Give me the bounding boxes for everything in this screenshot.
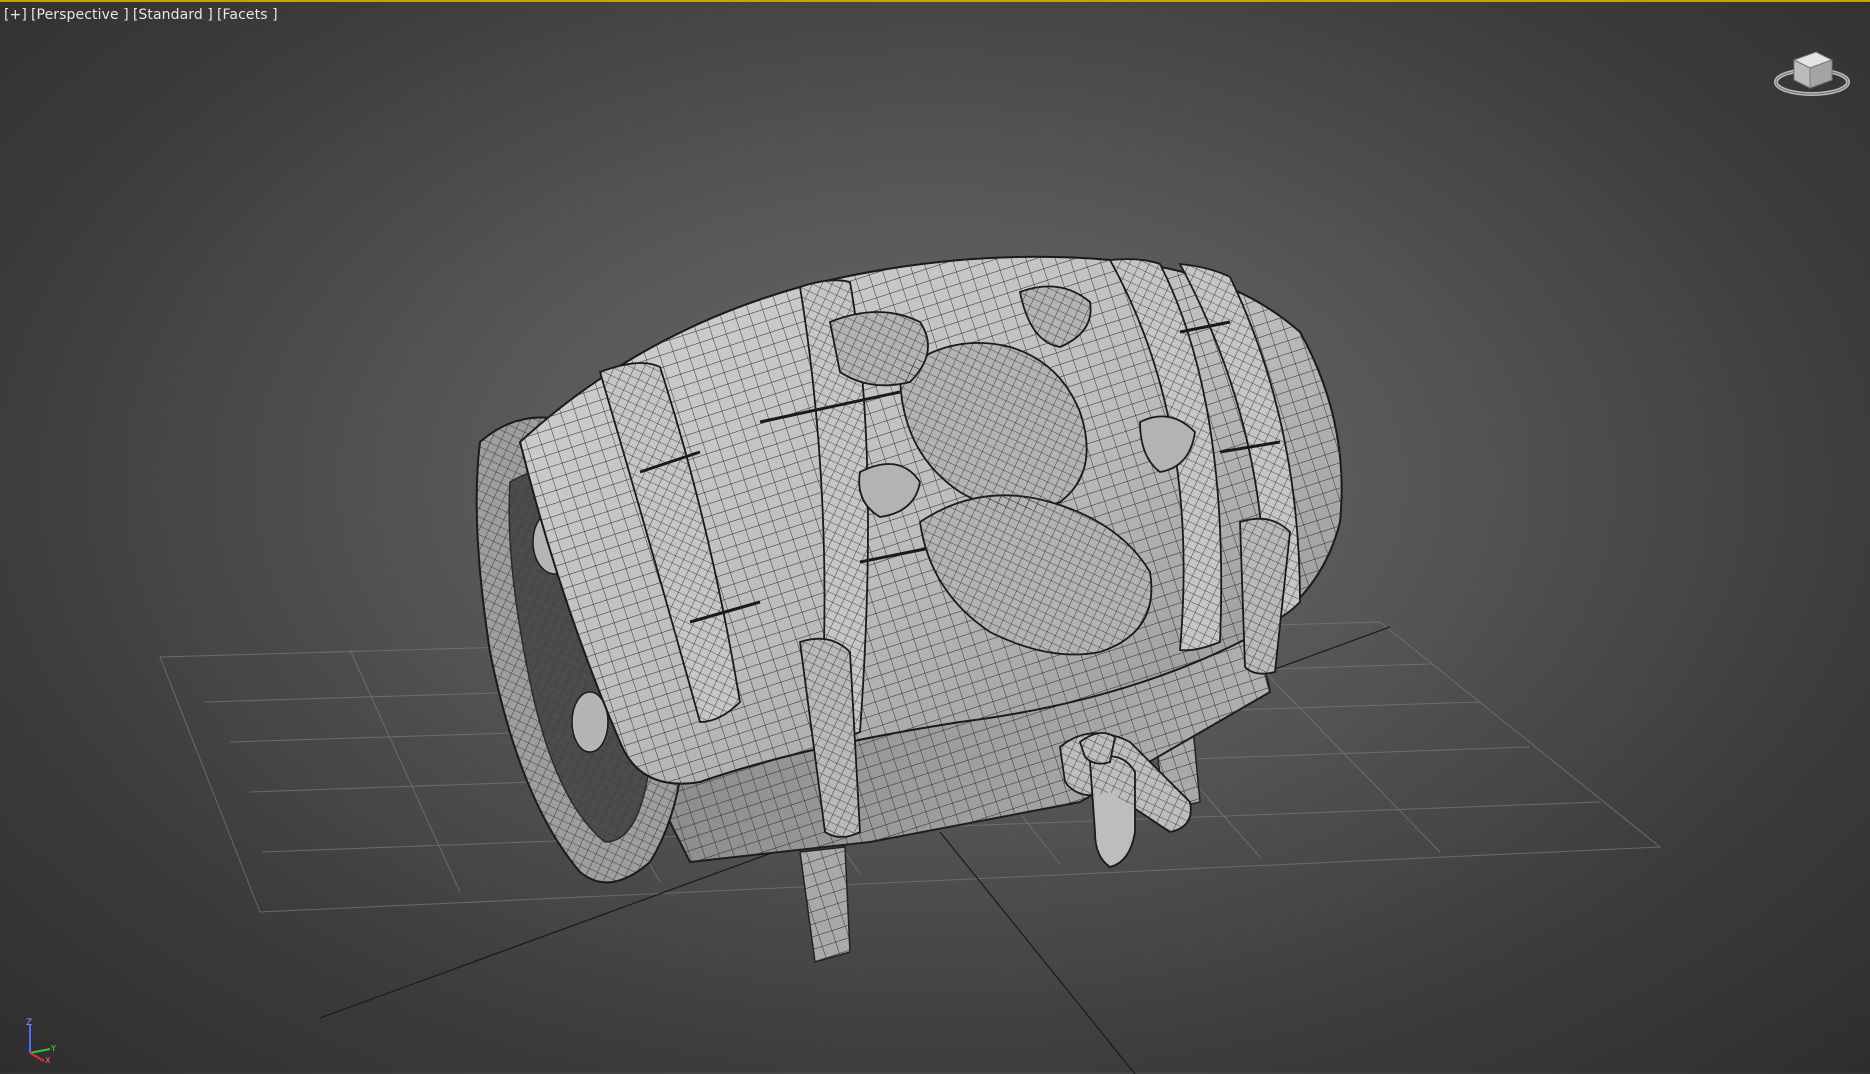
axis-z-label: Z (26, 1018, 32, 1028)
axis-x-label: X (45, 1056, 51, 1063)
axis-tripod-icon: Z Y X (26, 1018, 56, 1063)
scene-canvas[interactable] (0, 2, 1870, 1074)
perspective-viewport[interactable]: [+] [Perspective ] [Standard ] [Facets ] (0, 0, 1870, 1074)
viewcube-icon[interactable] (1772, 32, 1852, 102)
barrel-chest-mesh[interactable] (475, 255, 1343, 963)
axis-y-label: Y (50, 1044, 56, 1053)
